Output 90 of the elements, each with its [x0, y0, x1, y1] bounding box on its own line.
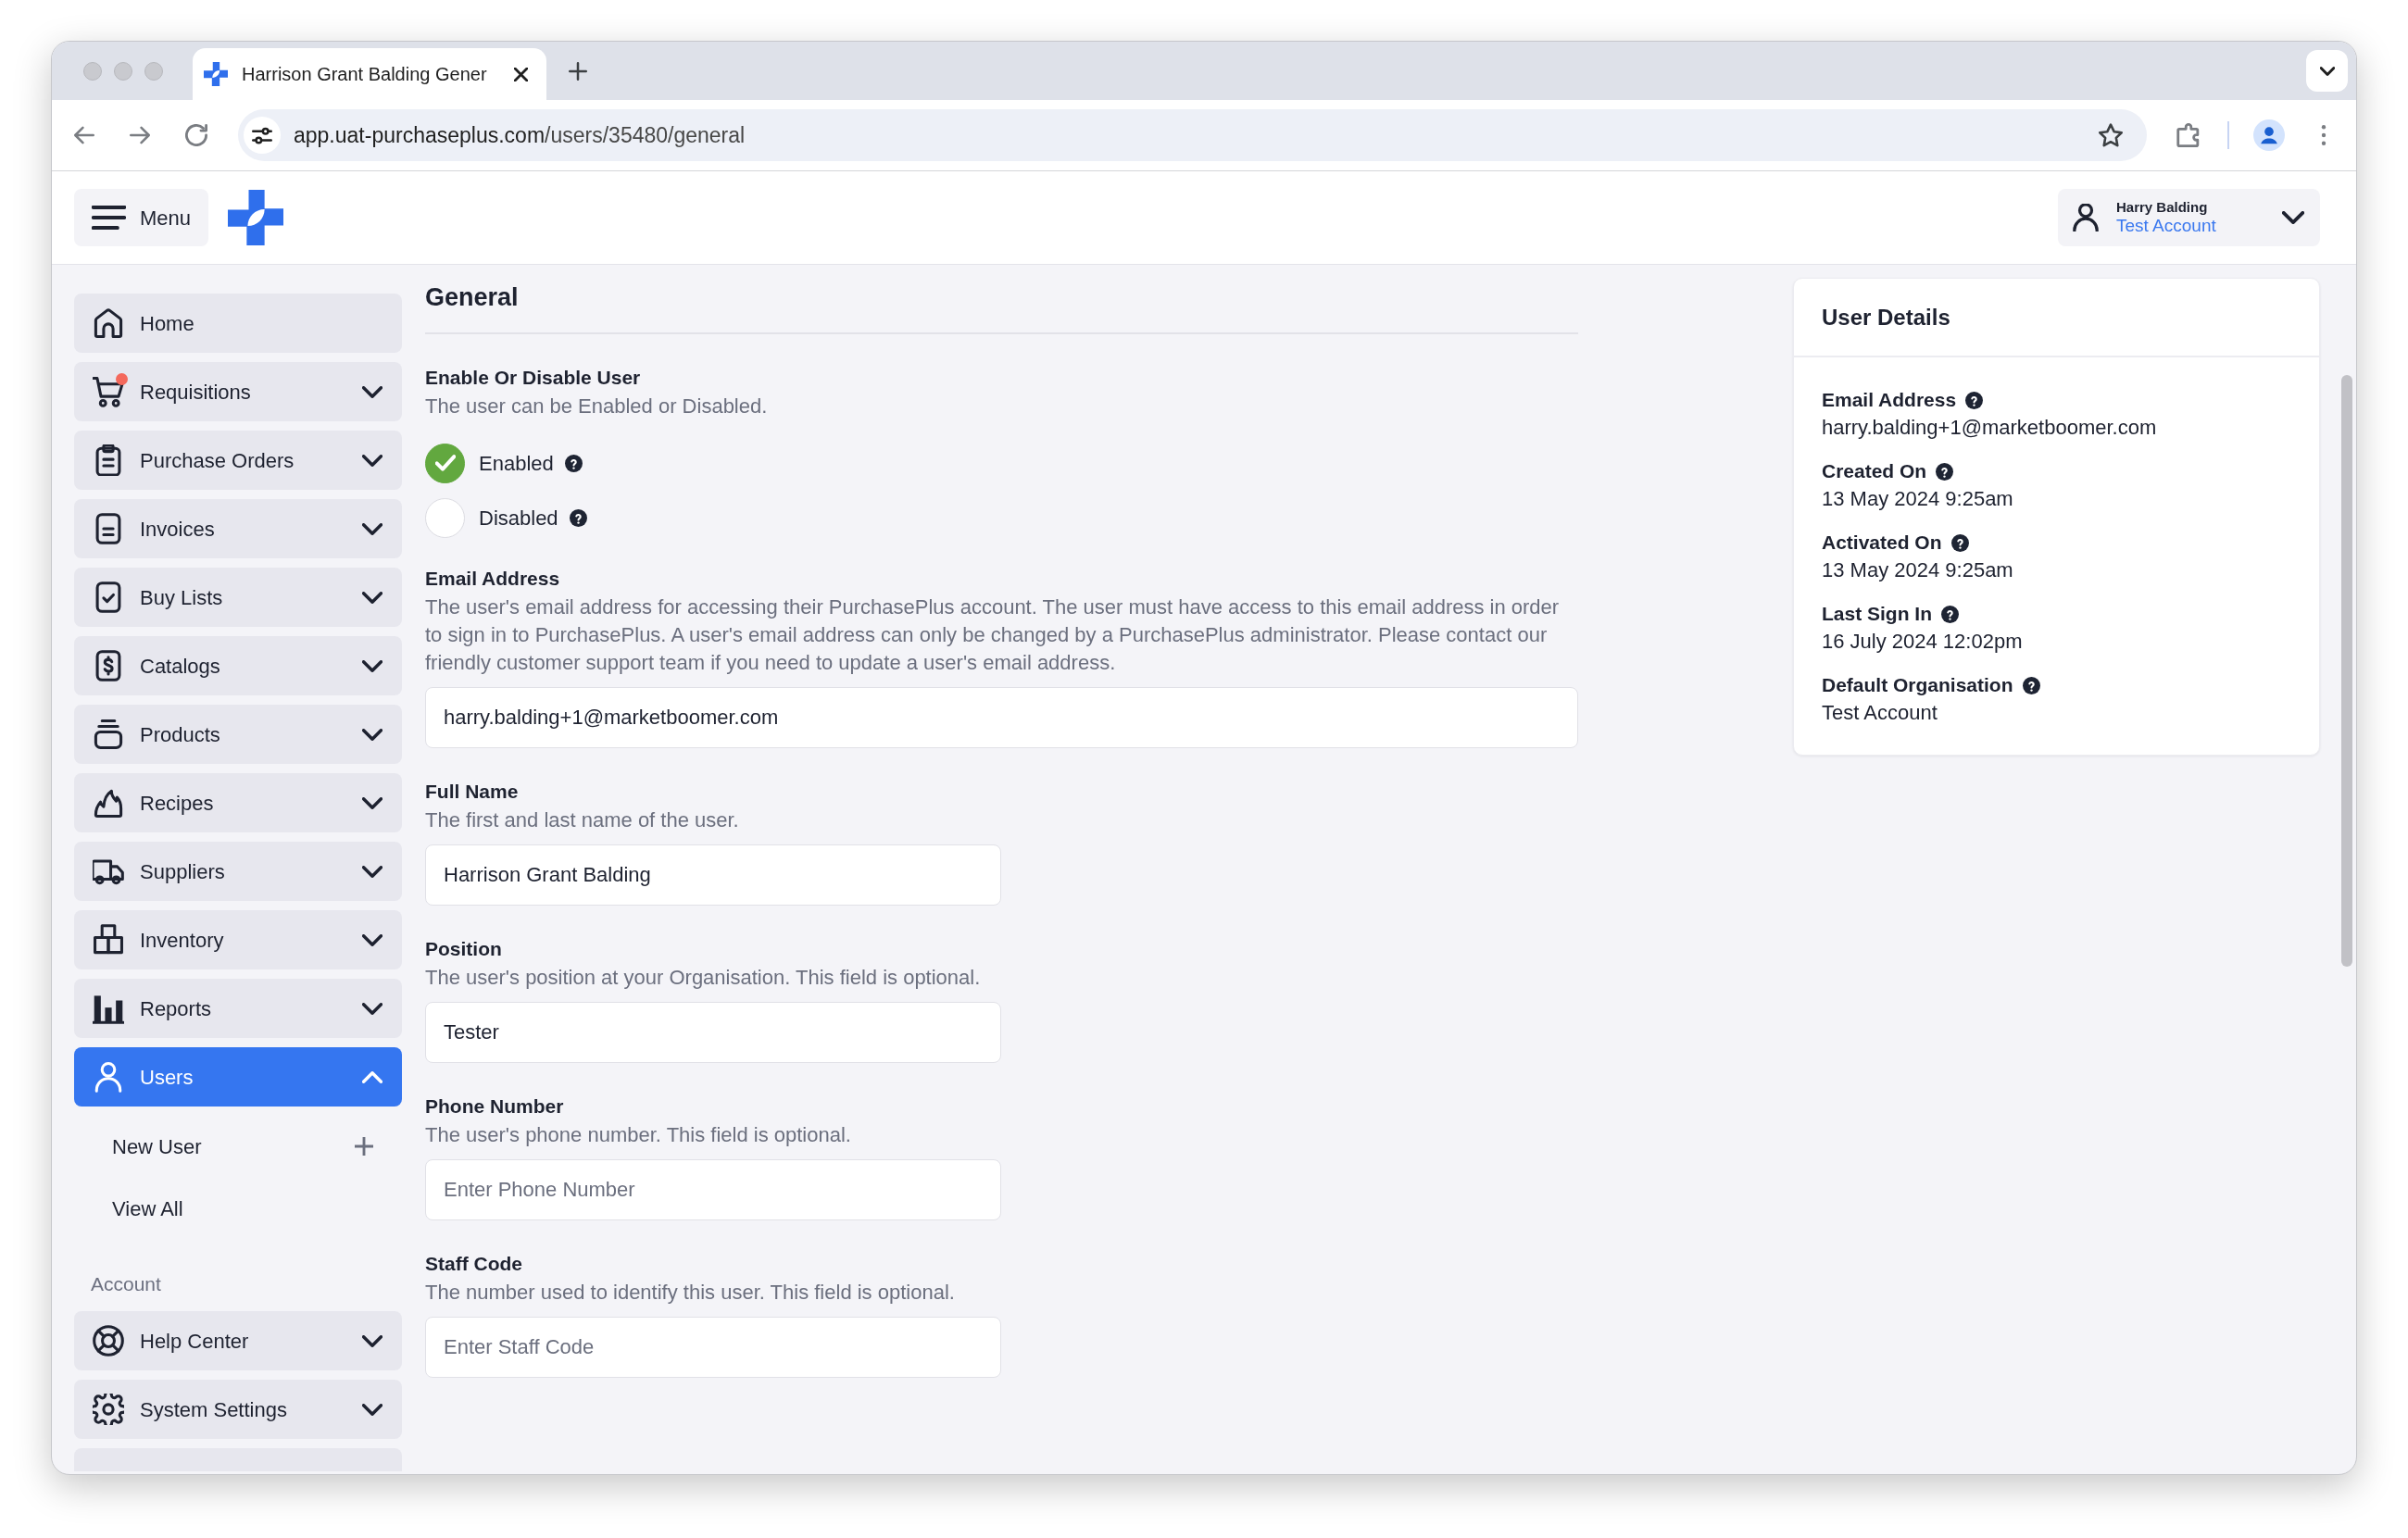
back-icon[interactable] — [74, 125, 94, 145]
detail-label: Email Address — [1822, 388, 1957, 412]
lifebuoy-icon — [93, 1325, 124, 1357]
help-icon[interactable] — [1965, 391, 1984, 409]
boxes-icon — [93, 924, 124, 956]
close-icon[interactable] — [514, 67, 528, 81]
detail-value: harry.balding+1@marketboomer.com — [1822, 415, 2157, 441]
bar-chart-icon — [93, 993, 124, 1024]
field-description: The user can be Enabled or Disabled. — [425, 394, 768, 419]
url-text: app.uat-purchaseplus.com/users/35480/general — [294, 121, 746, 149]
menu-button[interactable]: Menu — [74, 189, 209, 246]
sidebar-item[interactable]: Recipes — [74, 773, 402, 832]
scrollbar-thumb[interactable] — [2341, 375, 2352, 967]
help-icon[interactable] — [564, 454, 583, 472]
field-label: Phone Number — [425, 1094, 564, 1119]
sidebar-item[interactable]: Inventory — [74, 910, 402, 969]
menu-icon — [92, 206, 126, 230]
person-icon — [93, 1061, 124, 1093]
user-menu-button[interactable]: Harry Balding Test Account — [2058, 189, 2320, 246]
field-description: The user's email address for accessing their PurchasePlus account. The user must have access to this email address in order to sign in to PurchasePlus. A user's email address can only be changed by a PurchasePlus administrator. Please contact our friendly customer support team if you need to update a user's email address. — [425, 594, 1561, 676]
detail-label: Created On — [1822, 459, 1927, 483]
puzzle-piece-icon[interactable] — [2176, 123, 2201, 147]
sidebar-item[interactable]: Products — [74, 705, 402, 764]
detail-value: 13 May 2024 9:25am — [1822, 486, 2013, 512]
field-label: Enable Or Disable User — [425, 366, 641, 390]
person-icon — [2072, 204, 2100, 231]
address-bar[interactable]: app.uat-purchaseplus.com/users/35480/general — [238, 109, 2147, 161]
detail-value: 16 July 2024 12:02pm — [1822, 629, 2023, 655]
field-label: Email Address — [425, 567, 560, 591]
text-field[interactable]: Enter Staff Code — [425, 1317, 1001, 1378]
sidebar-item[interactable]: Suppliers — [74, 842, 402, 901]
sliders-icon — [252, 125, 272, 145]
detail-value: 13 May 2024 9:25am — [1822, 557, 2013, 583]
checkmark-icon — [434, 455, 456, 471]
chevron-icon — [2282, 211, 2304, 224]
submenu-item[interactable]: New User — [74, 1116, 402, 1177]
logo-icon — [228, 190, 284, 245]
detail-label: Last Sign In — [1822, 602, 1932, 626]
site-info-button[interactable] — [244, 117, 281, 154]
section-label: Account — [91, 1272, 161, 1296]
settings-icon — [93, 1394, 124, 1425]
sidebar-item[interactable]: Help Center — [74, 1311, 402, 1370]
field-description: The number used to identify this user. This field is optional. — [425, 1280, 955, 1306]
forward-icon[interactable] — [130, 125, 150, 145]
card-title: User Details — [1822, 303, 1950, 331]
browser-tab[interactable]: Harrison Grant Balding Gener — [193, 48, 546, 100]
star-icon[interactable] — [2099, 123, 2123, 147]
plus-icon[interactable] — [569, 61, 587, 81]
chevron-icon — [2319, 66, 2335, 76]
help-icon[interactable] — [2022, 676, 2040, 694]
sidebar-item[interactable]: Purchase Orders — [74, 431, 402, 490]
help-icon[interactable] — [569, 508, 587, 527]
sidebar-item[interactable]: Buy Lists — [74, 568, 402, 627]
detail-value: Test Account — [1822, 700, 1938, 726]
text-field[interactable]: Tester — [425, 1002, 1001, 1063]
home-icon — [93, 307, 124, 339]
field-description: The user's phone number. This field is optional. — [425, 1122, 851, 1148]
detail-label: Activated On — [1822, 531, 1942, 555]
sidebar-item[interactable]: Home — [74, 294, 402, 353]
cart-icon — [93, 376, 124, 407]
sidebar-item[interactable]: Users — [74, 1047, 402, 1107]
sidebar-item[interactable]: System Settings — [74, 1380, 402, 1439]
field-description: The user's position at your Organisation. This field is optional. — [425, 965, 981, 991]
container-icon — [93, 719, 124, 750]
tab-list-button[interactable] — [2306, 50, 2348, 92]
field-description: The first and last name of the user. — [425, 807, 739, 833]
field-label: Staff Code — [425, 1252, 522, 1276]
text-field[interactable]: Harrison Grant Balding — [425, 844, 1001, 906]
sidebar-item[interactable]: Requisitions — [74, 362, 402, 421]
help-icon[interactable] — [1950, 533, 1969, 552]
radio-button[interactable] — [425, 443, 465, 483]
sidebar-item[interactable]: Reports — [74, 979, 402, 1038]
radio-label: Disabled — [479, 505, 558, 531]
favicon-icon — [204, 62, 228, 86]
help-icon[interactable] — [1941, 605, 1959, 623]
text-field[interactable]: Enter Phone Number — [425, 1159, 1001, 1220]
sidebar-item[interactable]: Invoices — [74, 499, 402, 558]
radio-label: Enabled — [479, 450, 554, 477]
help-icon[interactable] — [1936, 462, 1954, 481]
detail-label: Default Organisation — [1822, 673, 2013, 697]
submenu-item[interactable]: View All — [74, 1178, 402, 1239]
reload-icon[interactable] — [185, 124, 207, 146]
flame-icon — [93, 787, 124, 819]
profile-icon[interactable] — [2253, 119, 2285, 151]
plus-icon — [355, 1137, 373, 1156]
email-field[interactable]: harry.balding+1@marketboomer.com — [425, 687, 1578, 748]
field-label: Full Name — [425, 780, 519, 804]
section-heading: General — [425, 282, 519, 313]
sidebar-item[interactable]: Catalogs — [74, 636, 402, 695]
field-label: Position — [425, 937, 502, 961]
